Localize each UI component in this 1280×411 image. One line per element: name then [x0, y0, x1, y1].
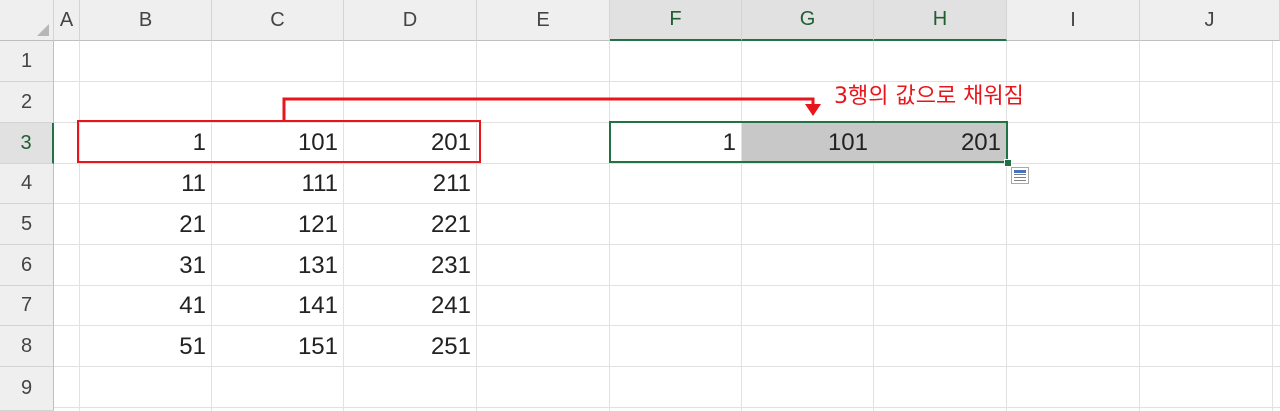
annotation-arrow: [282, 97, 821, 120]
annotation-label: 3행의 값으로 채워짐: [834, 84, 1024, 109]
spreadsheet-grid: A B C D E F G H I J 1 2 3 4 5 6 7 8 9 1 …: [0, 0, 1280, 411]
